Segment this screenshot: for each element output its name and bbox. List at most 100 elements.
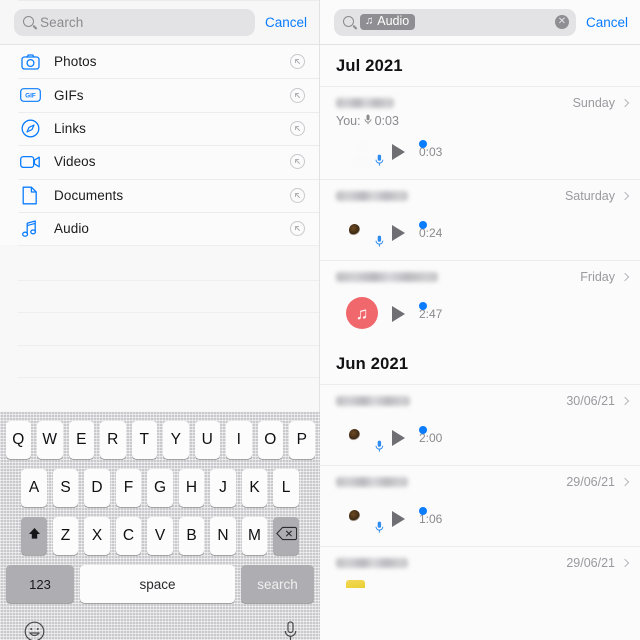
play-button[interactable] <box>392 511 405 527</box>
result-date: Saturday <box>564 189 615 203</box>
key-a[interactable]: A <box>21 469 47 507</box>
key-o[interactable]: O <box>257 421 283 459</box>
key-b[interactable]: B <box>178 517 205 555</box>
audio-player[interactable]: 2:00 <box>320 411 640 455</box>
audio-player[interactable]: 0:03 <box>320 128 640 169</box>
key-t[interactable]: T <box>131 421 157 459</box>
arrow-up-left-circle-icon[interactable] <box>290 54 305 70</box>
audio-progress-slider[interactable]: 2:47 <box>419 302 626 323</box>
play-button[interactable] <box>392 144 405 160</box>
chevron-right-icon[interactable] <box>620 191 630 201</box>
arrow-up-left-circle-icon[interactable] <box>290 187 305 203</box>
key-k[interactable]: K <box>241 469 268 507</box>
key-c[interactable]: C <box>115 517 142 555</box>
chevron-right-icon[interactable] <box>620 396 630 406</box>
key-e[interactable]: E <box>68 421 94 459</box>
document-icon <box>18 186 42 205</box>
category-list: Photos GIF GIFs Links Videos Documents A… <box>0 44 319 246</box>
chevron-right-icon[interactable] <box>620 98 630 108</box>
audio-player[interactable]: 0:24 <box>320 206 640 250</box>
cancel-button[interactable]: Cancel <box>586 15 628 30</box>
space-key[interactable]: space <box>80 565 235 603</box>
result-row[interactable]: 29/06/21 <box>320 546 640 588</box>
sidebar-item-label: Photos <box>54 54 97 70</box>
result-row[interactable]: Saturday 0:24 <box>320 179 640 260</box>
sidebar-item-documents[interactable]: Documents <box>0 178 319 212</box>
key-i[interactable]: I <box>226 421 252 459</box>
key-w[interactable]: W <box>37 421 63 459</box>
key-r[interactable]: R <box>100 421 126 459</box>
chevron-right-icon[interactable] <box>620 477 630 487</box>
chevron-right-icon[interactable] <box>620 272 630 282</box>
sidebar-item-photos[interactable]: Photos <box>0 45 319 79</box>
audio-player[interactable]: ♫ 2:47 <box>320 287 640 331</box>
search-input[interactable]: Search <box>14 8 255 36</box>
filtered-search-input[interactable]: ♫ Audio ✕ <box>334 8 576 36</box>
slider-knob[interactable] <box>419 302 427 310</box>
result-row[interactable]: Sunday You: 0:03 0:03 <box>320 86 640 179</box>
result-row[interactable]: 30/06/21 2:00 <box>320 384 640 465</box>
key-f[interactable]: F <box>115 469 142 507</box>
microphone-icon[interactable] <box>283 620 298 640</box>
key-v[interactable]: V <box>147 517 173 555</box>
left-search-bar: Search Cancel <box>0 0 319 44</box>
result-row[interactable]: 29/06/21 1:06 <box>320 465 640 546</box>
sidebar-item-videos[interactable]: Videos <box>0 145 319 179</box>
music-note-icon: ♫ <box>365 15 374 27</box>
sidebar-item-audio[interactable]: Audio <box>0 211 319 246</box>
chevron-right-icon[interactable] <box>620 558 630 568</box>
key-z[interactable]: Z <box>52 517 79 555</box>
arrow-up-left-circle-icon[interactable] <box>290 154 305 170</box>
audio-progress-slider[interactable]: 0:03 <box>419 140 626 161</box>
slider-knob[interactable] <box>419 221 427 229</box>
key-y[interactable]: Y <box>163 421 189 459</box>
sidebar-item-gifs[interactable]: GIF GIFs <box>0 78 319 112</box>
key-x[interactable]: X <box>84 517 110 555</box>
play-button[interactable] <box>392 225 405 241</box>
slider-knob[interactable] <box>419 507 427 515</box>
slider-knob[interactable] <box>419 426 427 434</box>
sidebar-item-links[interactable]: Links <box>0 111 319 146</box>
thumbnail <box>346 216 384 250</box>
on-screen-keyboard: Q W E R T Y U I O P A S D F G H J K L Z … <box>0 412 320 640</box>
search-results-list: Jul 2021 Sunday You: 0:03 0:03 Saturday … <box>320 44 640 588</box>
clear-circle-icon[interactable]: ✕ <box>554 15 569 29</box>
arrow-up-left-circle-icon[interactable] <box>290 87 305 103</box>
result-row[interactable]: Friday ♫ 2:47 <box>320 260 640 341</box>
audio-progress-slider[interactable]: 0:24 <box>419 221 626 242</box>
video-icon <box>18 155 42 169</box>
play-button[interactable] <box>392 430 405 446</box>
key-s[interactable]: S <box>52 469 79 507</box>
key-n[interactable]: N <box>210 517 236 555</box>
music-note-icon: ♫ <box>346 297 378 329</box>
audio-filter-token[interactable]: ♫ Audio <box>360 13 416 31</box>
microphone-icon <box>375 154 384 170</box>
audio-progress-slider[interactable]: 2:00 <box>419 426 626 447</box>
contact-name-redacted <box>336 272 438 282</box>
key-q[interactable]: Q <box>5 421 31 459</box>
key-l[interactable]: L <box>273 469 299 507</box>
audio-progress-slider[interactable]: 1:06 <box>419 507 626 528</box>
smiley-face-icon[interactable] <box>24 621 45 640</box>
key-g[interactable]: G <box>147 469 173 507</box>
empty-rows-filler <box>0 245 319 412</box>
contact-name-redacted <box>336 558 408 568</box>
search-key[interactable]: search <box>241 565 314 603</box>
arrow-up-left-circle-icon[interactable] <box>290 221 305 237</box>
microphone-icon <box>364 114 372 128</box>
slider-knob[interactable] <box>419 140 427 148</box>
shift-key[interactable] <box>21 517 47 555</box>
key-u[interactable]: U <box>194 421 220 459</box>
numbers-key[interactable]: 123 <box>6 565 74 603</box>
key-p[interactable]: P <box>289 421 315 459</box>
play-button[interactable] <box>392 306 405 322</box>
camera-icon <box>18 54 42 70</box>
audio-player[interactable]: 1:06 <box>320 492 640 536</box>
key-d[interactable]: D <box>84 469 110 507</box>
key-m[interactable]: M <box>241 517 268 555</box>
backspace-key[interactable] <box>273 517 299 555</box>
arrow-up-left-circle-icon[interactable] <box>290 120 305 136</box>
key-h[interactable]: H <box>178 469 205 507</box>
key-j[interactable]: J <box>210 469 236 507</box>
cancel-button[interactable]: Cancel <box>265 15 307 30</box>
